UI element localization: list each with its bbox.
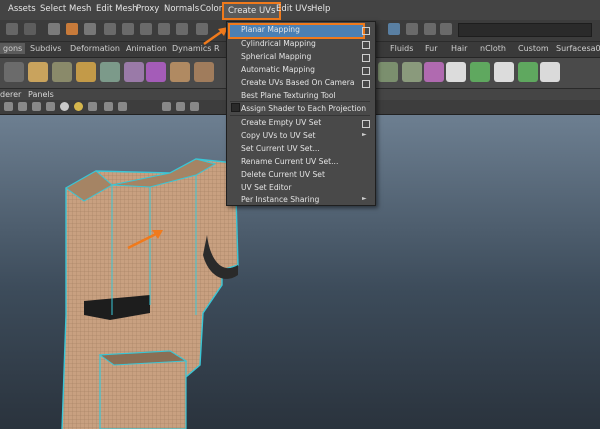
menu-item-rename-uv-set[interactable]: Rename Current UV Set... <box>241 157 338 166</box>
view-cube-icon[interactable] <box>162 102 171 111</box>
texture-icon[interactable] <box>88 102 97 111</box>
menu-item-create-uvs-camera[interactable]: Create UVs Based On Camera <box>241 78 355 87</box>
quick-select-input[interactable] <box>458 23 592 37</box>
tab-fur[interactable]: Fur <box>425 44 438 53</box>
dropdown-arrow-icon[interactable] <box>6 23 18 35</box>
option-box-icon[interactable] <box>362 41 370 49</box>
snap-view-icon[interactable] <box>158 23 170 35</box>
option-box-icon[interactable] <box>362 67 370 75</box>
tab-hair[interactable]: Hair <box>451 44 467 53</box>
menu-divider <box>230 115 370 116</box>
tab-animation[interactable]: Animation <box>126 44 167 53</box>
menu-item-create-empty-uv-set[interactable]: Create Empty UV Set <box>241 118 321 127</box>
select-object-icon[interactable] <box>66 23 78 35</box>
poly-cylinder-icon[interactable] <box>28 62 48 82</box>
menu-set-icon[interactable] <box>24 23 36 35</box>
menu-item-best-plane[interactable]: Best Plane Texturing Tool <box>241 91 336 100</box>
checker-map-icon[interactable] <box>494 62 514 82</box>
assign-shader-checkbox[interactable] <box>231 103 240 112</box>
tab-fluids[interactable]: Fluids <box>390 44 413 53</box>
isolate-icon[interactable] <box>104 102 113 111</box>
render-icon[interactable] <box>406 23 418 35</box>
uv-texture-icon[interactable] <box>402 62 422 82</box>
menu-normals[interactable]: Normals <box>164 4 199 14</box>
render-settings-icon[interactable] <box>440 23 452 35</box>
menu-assets[interactable]: Assets <box>8 4 36 14</box>
menu-item-spherical-mapping[interactable]: Spherical Mapping <box>241 52 311 61</box>
bevel-icon[interactable] <box>194 62 214 82</box>
paint-weights-icon[interactable] <box>470 62 490 82</box>
select-component-icon[interactable] <box>84 23 96 35</box>
checker-render-icon[interactable] <box>540 62 560 82</box>
wireframe-icon[interactable] <box>32 102 41 111</box>
tab-ncloth[interactable]: nCloth <box>480 44 506 53</box>
make-live-icon[interactable] <box>176 23 188 35</box>
smooth-icon[interactable] <box>146 62 166 82</box>
paint-tool-icon[interactable] <box>518 62 538 82</box>
separate-icon[interactable] <box>124 62 144 82</box>
tab-subdivs[interactable]: Subdivs <box>30 44 61 53</box>
tab-surfaces[interactable]: Surfacesa03 <box>556 44 600 53</box>
extrude-icon[interactable] <box>170 62 190 82</box>
menu-mesh[interactable]: Mesh <box>69 4 91 14</box>
sphere-icon[interactable] <box>60 102 69 111</box>
xray-icon[interactable] <box>118 102 127 111</box>
ipr-render-icon[interactable] <box>424 23 436 35</box>
menu-edit-uvs[interactable]: Edit UVs <box>276 4 312 14</box>
option-box-icon[interactable] <box>362 80 370 88</box>
menu-item-delete-uv-set[interactable]: Delete Current UV Set <box>241 170 325 179</box>
panel-menu-renderer[interactable]: derer <box>0 90 21 99</box>
poly-plane-icon[interactable] <box>52 62 72 82</box>
grid-icon[interactable] <box>18 102 27 111</box>
poly-cube-icon[interactable] <box>4 62 24 82</box>
snap-grid-icon[interactable] <box>104 23 116 35</box>
menu-item-assign-shader[interactable]: Assign Shader to Each Projection <box>241 104 366 113</box>
submenu-arrow-icon: ► <box>362 195 367 202</box>
shaded-icon[interactable] <box>46 102 55 111</box>
select-by-hierarchy-icon[interactable] <box>48 23 60 35</box>
menu-color[interactable]: Color <box>200 4 222 14</box>
option-box-icon[interactable] <box>362 120 370 128</box>
submenu-arrow-icon: ► <box>362 131 367 138</box>
render-view-icon[interactable] <box>388 23 400 35</box>
menu-item-planar-mapping[interactable]: Planar Mapping <box>241 25 300 34</box>
menu-item-per-instance-sharing[interactable]: Per Instance Sharing <box>241 195 319 204</box>
menu-select[interactable]: Select <box>40 4 66 14</box>
menu-item-copy-uvs[interactable]: Copy UVs to UV Set <box>241 131 315 140</box>
snap-point-icon[interactable] <box>140 23 152 35</box>
menu-item-cylindrical-mapping[interactable]: Cylindrical Mapping <box>241 39 316 48</box>
rotate-view-icon[interactable] <box>190 102 199 111</box>
panel-menu-panels[interactable]: Panels <box>28 90 54 99</box>
tab-deformation[interactable]: Deformation <box>70 44 120 53</box>
view-sphere-icon[interactable] <box>176 102 185 111</box>
tab-polygons[interactable]: gons <box>0 43 26 54</box>
uv-layout-icon[interactable] <box>378 62 398 82</box>
checker-icon[interactable] <box>446 62 466 82</box>
menu-divider <box>230 101 370 102</box>
menu-help[interactable]: Help <box>311 4 330 14</box>
light-icon[interactable] <box>424 62 444 82</box>
poly-torus-icon[interactable] <box>76 62 96 82</box>
option-box-icon[interactable] <box>362 54 370 62</box>
menu-edit-mesh[interactable]: Edit Mesh <box>96 4 138 14</box>
menu-proxy[interactable]: Proxy <box>136 4 159 14</box>
menu-item-automatic-mapping[interactable]: Automatic Mapping <box>241 65 315 74</box>
menu-create-uvs[interactable]: Create UVs <box>222 2 282 20</box>
menu-item-set-current-uv-set[interactable]: Set Current UV Set... <box>241 144 320 153</box>
option-box-icon[interactable] <box>362 27 370 35</box>
camera-icon[interactable] <box>4 102 13 111</box>
light-bulb-icon[interactable] <box>74 102 83 111</box>
menu-item-uv-set-editor[interactable]: UV Set Editor <box>241 183 292 192</box>
tab-custom[interactable]: Custom <box>518 44 549 53</box>
combine-icon[interactable] <box>100 62 120 82</box>
snap-curve-icon[interactable] <box>122 23 134 35</box>
